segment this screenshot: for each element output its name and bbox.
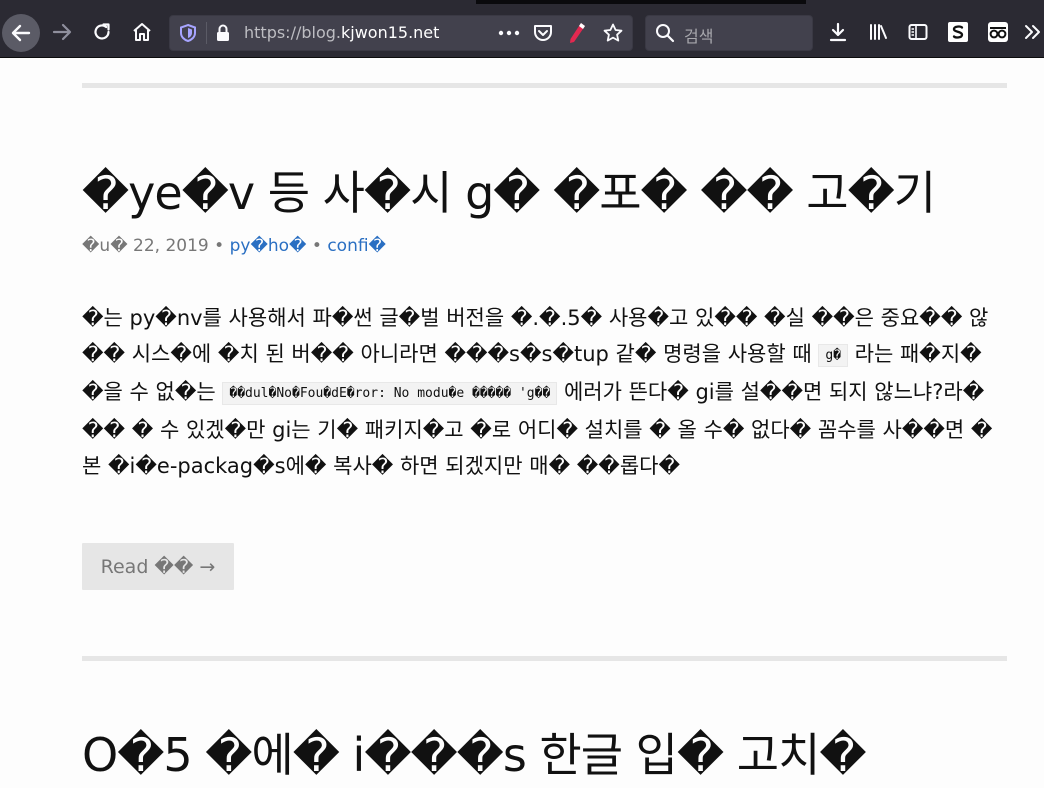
page-actions-ellipsis-icon[interactable] <box>498 29 520 37</box>
pocket-icon[interactable] <box>532 22 554 44</box>
url-prefix: https://blog. <box>244 23 341 42</box>
library-icon <box>870 24 887 40</box>
glasses-extension-icon <box>988 22 1008 42</box>
post-title[interactable]: �ye�v 등 사�시 g� �포� �� 고�기 <box>82 160 936 226</box>
meta-separator: • <box>311 236 322 256</box>
tag-link-config[interactable]: confi� <box>327 236 386 256</box>
reload-icon <box>94 23 110 40</box>
sidebar-icon <box>908 24 928 40</box>
s-extension-icon <box>948 22 968 42</box>
back-button[interactable] <box>2 14 40 52</box>
home-button[interactable] <box>124 14 160 50</box>
read-more-button[interactable]: Read �� → <box>82 543 234 590</box>
library-button[interactable] <box>860 14 896 50</box>
search-bar[interactable]: 검색 <box>645 15 813 51</box>
post-date: �u� 22, 2019 <box>82 236 209 256</box>
extension-s-button[interactable] <box>940 14 976 50</box>
address-bar[interactable]: https://blog.kjwon15.net <box>169 15 633 51</box>
post-excerpt: �는 py�nv를 사용해서 파�썬 글�벌 버전을 �.�.5� 사용�고 있… <box>82 300 1007 484</box>
downloads-button[interactable] <box>820 14 856 50</box>
active-tab-indicator <box>476 0 806 4</box>
meta-separator: • <box>214 236 225 256</box>
arrow-left-icon <box>11 24 31 42</box>
browser-toolbar: https://blog.kjwon15.net 검색 <box>0 0 1044 58</box>
next-post-title[interactable]: O�5 �에� i���s 한글 입� 고치� <box>82 722 867 788</box>
url-text[interactable]: https://blog.kjwon15.net <box>244 23 439 42</box>
inline-code: g� <box>818 344 848 367</box>
home-icon <box>133 23 151 41</box>
reload-button[interactable] <box>84 14 120 50</box>
post-divider <box>82 83 1007 88</box>
search-icon <box>656 24 675 43</box>
inline-code: ��dul�No�Fou�dE�ror: No modu�e ����� 'g�… <box>222 382 558 405</box>
lock-icon[interactable] <box>214 23 232 43</box>
tracking-protection-shield-icon[interactable] <box>178 23 198 43</box>
forward-button[interactable] <box>44 14 80 50</box>
arrow-right-icon <box>52 23 72 41</box>
url-host: kjwon15.net <box>340 23 440 42</box>
search-placeholder: 검색 <box>684 27 714 46</box>
extension-glasses-button[interactable] <box>980 14 1016 50</box>
post-meta: �u� 22, 2019 • py�ho� • confi� <box>82 236 386 256</box>
bookmark-star-icon[interactable] <box>602 22 624 44</box>
chevron-double-right-icon <box>1025 25 1040 39</box>
screenshot-pen-icon[interactable] <box>566 21 588 45</box>
overflow-menu-button[interactable] <box>1020 14 1044 50</box>
divider <box>206 22 207 44</box>
tag-link-python[interactable]: py�ho� <box>230 236 307 256</box>
download-icon <box>829 22 847 42</box>
post-divider <box>82 656 1007 661</box>
sidebar-button[interactable] <box>900 14 936 50</box>
